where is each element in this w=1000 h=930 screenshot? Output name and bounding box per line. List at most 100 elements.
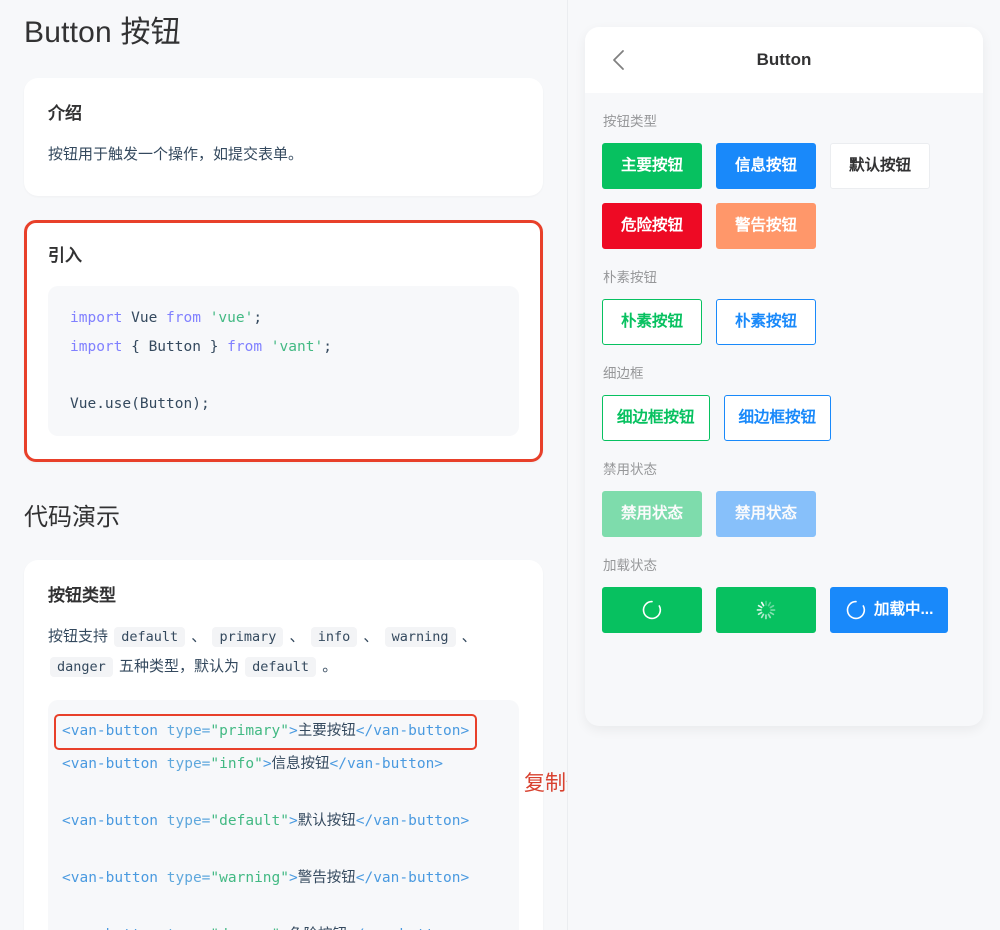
code-line-4: Vue.use(Button); (70, 395, 210, 412)
sep-1: 、 (191, 628, 207, 645)
demo-code-line: <van-button type="info">信息按钮</van-button… (62, 750, 505, 779)
code-attr-name: type= (166, 755, 211, 772)
button-row: 主要按钮 信息按钮 默认按钮 (585, 143, 983, 189)
simulator-body: 按钮类型 主要按钮 信息按钮 默认按钮 危险按钮 警告按钮 朴素按钮 朴素按钮 朴素按钮 细边框细… (585, 93, 983, 647)
simulator-header: Button (585, 27, 983, 93)
spinner-petals-icon (755, 599, 777, 621)
code-keyword-from: from (166, 310, 201, 326)
code-tag-text: 危险按钮 (289, 927, 347, 930)
button-danger[interactable]: 危险按钮 (602, 203, 702, 249)
code-tag-gt: > (280, 927, 289, 930)
button-disabled-primary[interactable]: 禁用状态 (602, 491, 702, 537)
import-code-block[interactable]: import Vue from 'vue'; import { Button } … (48, 286, 519, 436)
code-attr-value: "info" (210, 755, 263, 772)
code-tag-close: </van-button> (355, 812, 470, 829)
button-hairline-info[interactable]: 细边框按钮 (723, 395, 832, 441)
intro-card: 介绍 按钮用于触发一个操作，如提交表单。 (24, 78, 543, 196)
code-attr-name: type= (166, 812, 211, 829)
import-card: 引入 import Vue from 'vue'; import { Button… (24, 220, 543, 462)
button-row: 细边框按钮 细边框按钮 (585, 395, 983, 441)
code-semicolon: ; (253, 310, 263, 326)
code-tag-gt: > (289, 812, 298, 829)
code-string: 'vue' (200, 310, 254, 326)
demo-code-line: <van-button type="default">默认按钮</van-but… (62, 807, 505, 836)
code-attr-value: "default" (210, 812, 289, 829)
code-identifier: Vue (122, 310, 167, 326)
code-tag-gt: > (289, 723, 298, 739)
group-title-3: 细边框 (603, 366, 644, 381)
group-title-4: 禁用状态 (603, 462, 657, 477)
code-tag-gt: > (262, 755, 272, 772)
page-root: Button 按钮 介绍 按钮用于触发一个操作，如提交表单。 引入 import… (0, 0, 1000, 930)
button-label: 禁用状态 (620, 505, 683, 523)
button-label: 信息按钮 (734, 157, 797, 175)
inline-code-warning: warning (384, 627, 456, 647)
button-plain-primary[interactable]: 朴素按钮 (602, 299, 702, 345)
code-keyword: import (70, 338, 123, 355)
simulator-panel: Button 按钮类型 主要按钮 信息按钮 默认按钮 危险按钮 警告按钮 朴素按钮 朴素按钮朴… (585, 27, 983, 726)
code-tag-text: 警告按钮 (297, 869, 356, 886)
button-warning[interactable]: 警告按钮 (716, 203, 816, 249)
code-attr-value: "warning" (210, 869, 289, 886)
desc-suffix: 。 (322, 658, 338, 675)
sep-4: 、 (461, 628, 477, 645)
button-loading-text[interactable]: 加载中... (830, 587, 949, 633)
button-disabled-info[interactable]: 禁用状态 (716, 491, 816, 537)
group-title-2: 朴素按钮 (603, 270, 657, 285)
documentation-column: Button 按钮 介绍 按钮用于触发一个操作，如提交表单。 引入 import… (0, 0, 568, 930)
desc-prefix: 按钮支持 (48, 628, 109, 645)
inline-code-default: default (114, 627, 186, 647)
loading-content (641, 599, 663, 621)
button-loading-circular[interactable] (602, 587, 702, 633)
demo-heading: 按钮类型 (48, 586, 116, 605)
button-label: 细边框按钮 (617, 409, 695, 427)
code-tag-text: 信息按钮 (271, 755, 330, 772)
code-tag-text: 默认按钮 (297, 812, 356, 829)
code-tag-open: <van-button (62, 723, 167, 739)
button-label: 加载中... (874, 601, 934, 619)
button-label: 警告按钮 (734, 217, 797, 235)
inline-code-default-value: default (245, 657, 317, 677)
code-attr-name: type= (167, 927, 211, 930)
button-row: 危险按钮 警告按钮 (585, 203, 983, 249)
code-line-2: import { Button } from 'vant'; (70, 333, 497, 362)
demo-card: 按钮类型 按钮支持 default 、 primary 、 info 、 war… (24, 560, 543, 930)
demo-code-line: <van-button type="warning">警告按钮</van-but… (62, 864, 505, 893)
intro-heading: 介绍 (48, 104, 82, 123)
demo-code-line: <van-button type="danger">危险按钮</van-butt… (62, 921, 505, 930)
button-primary[interactable]: 主要按钮 (602, 143, 702, 189)
button-plain-info[interactable]: 朴素按钮 (716, 299, 816, 345)
copy-code-annotation: 复制代码 (524, 772, 567, 795)
code-attr-name: type= (166, 723, 211, 739)
code-keyword: import (70, 310, 123, 326)
button-label: 朴素按钮 (734, 313, 797, 331)
code-tag-gt: > (289, 869, 298, 886)
code-string: 'vant' (262, 338, 324, 355)
code-semicolon: ; (323, 338, 332, 355)
code-keyword-from: from (227, 338, 263, 355)
sep-2: 、 (289, 628, 305, 645)
chevron-left-icon[interactable] (607, 49, 629, 71)
button-info[interactable]: 信息按钮 (716, 143, 816, 189)
code-tag-close: </van-button> (329, 755, 444, 772)
code-tag-open: <van-button (62, 755, 167, 772)
button-label: 禁用状态 (734, 505, 797, 523)
button-loading-spinner[interactable] (716, 587, 816, 633)
code-tag-text: 主要按钮 (297, 723, 356, 739)
button-default[interactable]: 默认按钮 (830, 143, 930, 189)
demo-code-block[interactable]: <van-button type="primary">主要按钮</van-but… (48, 700, 519, 930)
button-row: 禁用状态 禁用状态 (585, 491, 983, 537)
spinner-circular-icon (641, 599, 663, 621)
code-attr-value: "primary" (210, 723, 289, 739)
group-title-5: 加载状态 (603, 558, 657, 573)
code-tag-close: </van-button> (355, 869, 470, 886)
button-label: 危险按钮 (620, 217, 683, 235)
button-label: 细边框按钮 (738, 409, 817, 427)
inline-code-info: info (310, 627, 358, 647)
inline-code-primary: primary (212, 627, 284, 647)
button-hairline-primary[interactable]: 细边框按钮 (602, 395, 710, 441)
button-label: 朴素按钮 (620, 313, 683, 331)
intro-body: 按钮用于触发一个操作，如提交表单。 (48, 146, 304, 163)
code-tag-close: </van-button> (355, 723, 470, 739)
